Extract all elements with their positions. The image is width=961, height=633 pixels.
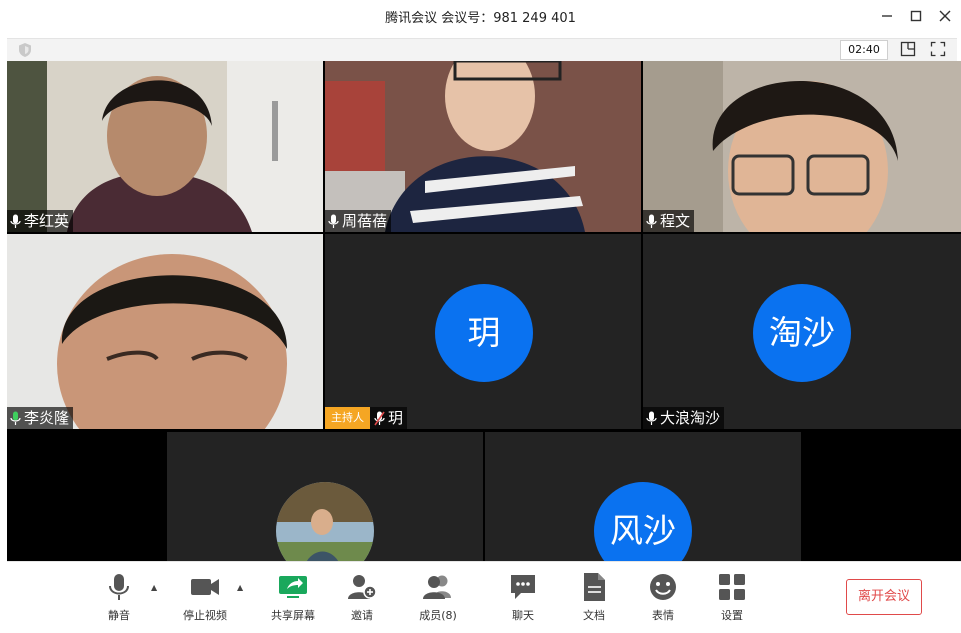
video-feed [643,61,961,232]
chat-label: 聊天 [512,609,534,622]
participant-tile[interactable]: 李红英 [7,61,323,232]
participant-avatar: 风沙 [594,482,692,561]
camera-icon [191,579,219,595]
window-title: 腾讯会议 会议号：981 249 401 [385,11,576,26]
participant-avatar: 淘沙 [753,284,851,382]
mute-label: 静音 [108,609,130,622]
leave-meeting-button[interactable]: 离开会议 [846,579,922,615]
participant-name: 玥 [388,409,404,427]
document-icon [584,573,605,601]
microphone-icon [10,411,21,425]
participant-avatar: 玥 [435,284,533,382]
video-feed [7,234,323,429]
video-options-caret[interactable]: ▲ [237,583,243,592]
participant-label: 主持人 玥 [325,407,408,429]
control-bar: 静音 ▲ 停止视频 ▲ 共享屏幕 邀请 成员(8) 聊天 文档 表情 设置 离开… [7,561,961,633]
meeting-info-bar: 02:40 [7,38,957,61]
mute-options-caret[interactable]: ▲ [151,583,157,592]
shield-icon[interactable] [17,42,33,58]
invite-label: 邀请 [351,609,373,622]
emoji-label: 表情 [652,609,674,622]
participant-name: 李炎隆 [24,409,70,427]
video-feed [7,61,323,232]
document-label: 文档 [583,609,605,622]
microphone-icon [328,214,339,228]
microphone-icon [646,411,657,425]
stop-video-label: 停止视频 [183,609,227,622]
document-button[interactable]: 文档 [574,562,614,632]
video-feed [325,61,641,232]
participant-tile[interactable]: 程文 [643,61,961,232]
participant-tile[interactable]: 风沙 [485,432,801,561]
microphone-icon [109,574,129,600]
share-screen-icon [279,576,307,598]
close-icon[interactable] [935,6,955,26]
stop-video-button[interactable]: 停止视频 [177,562,233,632]
participant-label: 程文 [643,210,695,232]
participant-tile[interactable]: 周蓓蓓 [325,61,641,232]
participant-tile[interactable] [167,432,483,561]
settings-button[interactable]: 设置 [712,562,752,632]
minimize-icon[interactable] [877,6,897,26]
meeting-timer: 02:40 [840,40,888,60]
participant-label: 大浪淘沙 [643,407,725,429]
title-bar: 腾讯会议 会议号：981 249 401 [0,0,961,32]
participant-label: 李红英 [7,210,74,232]
participant-label: 周蓓蓓 [325,210,392,232]
share-screen-button[interactable]: 共享屏幕 [265,562,321,632]
chat-button[interactable]: 聊天 [503,562,543,632]
participant-photo-avatar [276,482,374,561]
microphone-icon [10,214,21,228]
video-grid: 李红英 周蓓蓓 程文 李炎隆 玥 主持人 玥 淘沙 大浪淘沙 风沙 [7,61,961,561]
maximize-icon[interactable] [906,6,926,26]
settings-label: 设置 [721,609,743,622]
participant-name: 周蓓蓓 [342,212,388,230]
microphone-icon [646,214,657,228]
emoji-icon [650,574,676,600]
participant-name: 李红英 [24,212,70,230]
invite-button[interactable]: 邀请 [342,562,382,632]
participant-label: 李炎隆 [7,407,74,429]
members-button[interactable]: 成员(8) [413,562,463,632]
layout-icon[interactable] [900,41,916,57]
participant-name: 大浪淘沙 [660,409,721,427]
mute-button[interactable]: 静音 [99,562,139,632]
participant-tile[interactable]: 淘沙 大浪淘沙 [643,234,961,429]
share-screen-label: 共享屏幕 [271,609,315,622]
host-badge: 主持人 [325,407,370,429]
muted-microphone-icon [374,411,385,425]
participant-name: 程文 [660,212,691,230]
emoji-button[interactable]: 表情 [643,562,683,632]
invite-icon [348,575,377,599]
settings-icon [719,574,745,600]
members-icon [423,575,451,599]
participant-tile[interactable]: 玥 主持人 玥 [325,234,641,429]
fullscreen-icon[interactable] [930,41,946,57]
members-label: 成员(8) [419,609,457,622]
participant-tile[interactable]: 李炎隆 [7,234,323,429]
chat-icon [511,575,535,599]
